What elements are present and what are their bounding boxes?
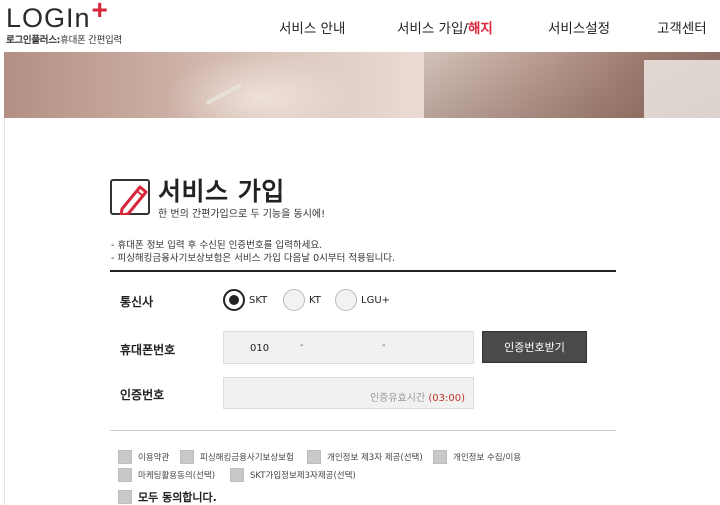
request-code-button[interactable]: 인증번호받기	[482, 331, 587, 363]
radio-unchecked-icon	[283, 289, 305, 311]
page-title: 서비스 가입	[158, 177, 285, 206]
agree-insurance-checkbox[interactable]: 피싱해킹금융사기보상보험	[180, 450, 294, 464]
nav-service-settings[interactable]: 서비스설정	[548, 17, 610, 37]
notice-line: - 피싱해킹금융사기보상보험은 서비스 가입 다음날 0시부터 적용됩니다.	[111, 253, 396, 264]
radio-unchecked-icon	[335, 289, 357, 311]
main-nav: 서비스 안내 서비스 가입/해지 서비스설정 고객센터	[0, 17, 720, 37]
phone-separator: -	[300, 340, 304, 351]
agree-privacy-checkbox[interactable]: 개인정보 수집/이용	[433, 450, 521, 464]
form-divider	[110, 270, 616, 272]
agree-marketing-checkbox[interactable]: 마케팅활용동의(선택)	[118, 468, 215, 482]
checkbox-icon	[307, 450, 321, 464]
nav-service-info[interactable]: 서비스 안내	[279, 17, 345, 37]
radio-skt[interactable]: SKT	[223, 289, 267, 311]
hero-banner	[4, 52, 720, 118]
checkbox-icon	[118, 468, 132, 482]
checkbox-icon	[118, 490, 132, 504]
radio-kt[interactable]: KT	[283, 289, 321, 311]
agree-terms-checkbox[interactable]: 이용약관	[118, 450, 169, 464]
code-label: 인증번호	[120, 388, 165, 402]
nav-service-join[interactable]: 서비스 가입/해지	[397, 17, 493, 37]
carrier-label: 통신사	[120, 295, 154, 309]
phone-separator: -	[382, 340, 386, 351]
notice-text: - 휴대폰 정보 입력 후 수신된 인증번호를 입력하세요. - 피싱해킹금융사…	[111, 239, 395, 265]
phone-prefix: 010	[250, 343, 270, 354]
page-subtitle: 한 번의 간편가입으로 두 기능을 동시에!	[158, 209, 326, 220]
agreement-divider	[110, 430, 616, 431]
agree-skt-info-checkbox[interactable]: SKT가입정보제3자제공(선택)	[230, 468, 356, 482]
checkbox-icon	[180, 450, 194, 464]
nav-customer-center[interactable]: 고객센터	[657, 17, 707, 37]
agree-all-checkbox[interactable]: 모두 동의합니다.	[118, 489, 217, 505]
checkbox-icon	[230, 468, 244, 482]
agree-third-party-checkbox[interactable]: 개인정보 제3자 제공(선택)	[307, 450, 423, 464]
notice-line: - 휴대폰 정보 입력 후 수신된 인증번호를 입력하세요.	[111, 240, 323, 251]
checkbox-icon	[118, 450, 132, 464]
phone-number-input[interactable]: 010 - -	[223, 331, 474, 364]
checkbox-icon	[433, 450, 447, 464]
header: LOGIn + 로그인플러스:휴대폰 간편입력 서비스 안내 서비스 가입/해지…	[0, 0, 720, 52]
verification-code-input[interactable]: 인증유효시간 (03:00)	[223, 377, 474, 409]
radio-checked-icon	[223, 289, 245, 311]
phone-label: 휴대폰번호	[120, 343, 176, 357]
pencil-icon	[110, 179, 150, 215]
code-timer-hint: 인증유효시간 (03:00)	[369, 393, 465, 404]
content-panel	[4, 118, 720, 505]
radio-lgu[interactable]: LGU+	[335, 289, 390, 311]
